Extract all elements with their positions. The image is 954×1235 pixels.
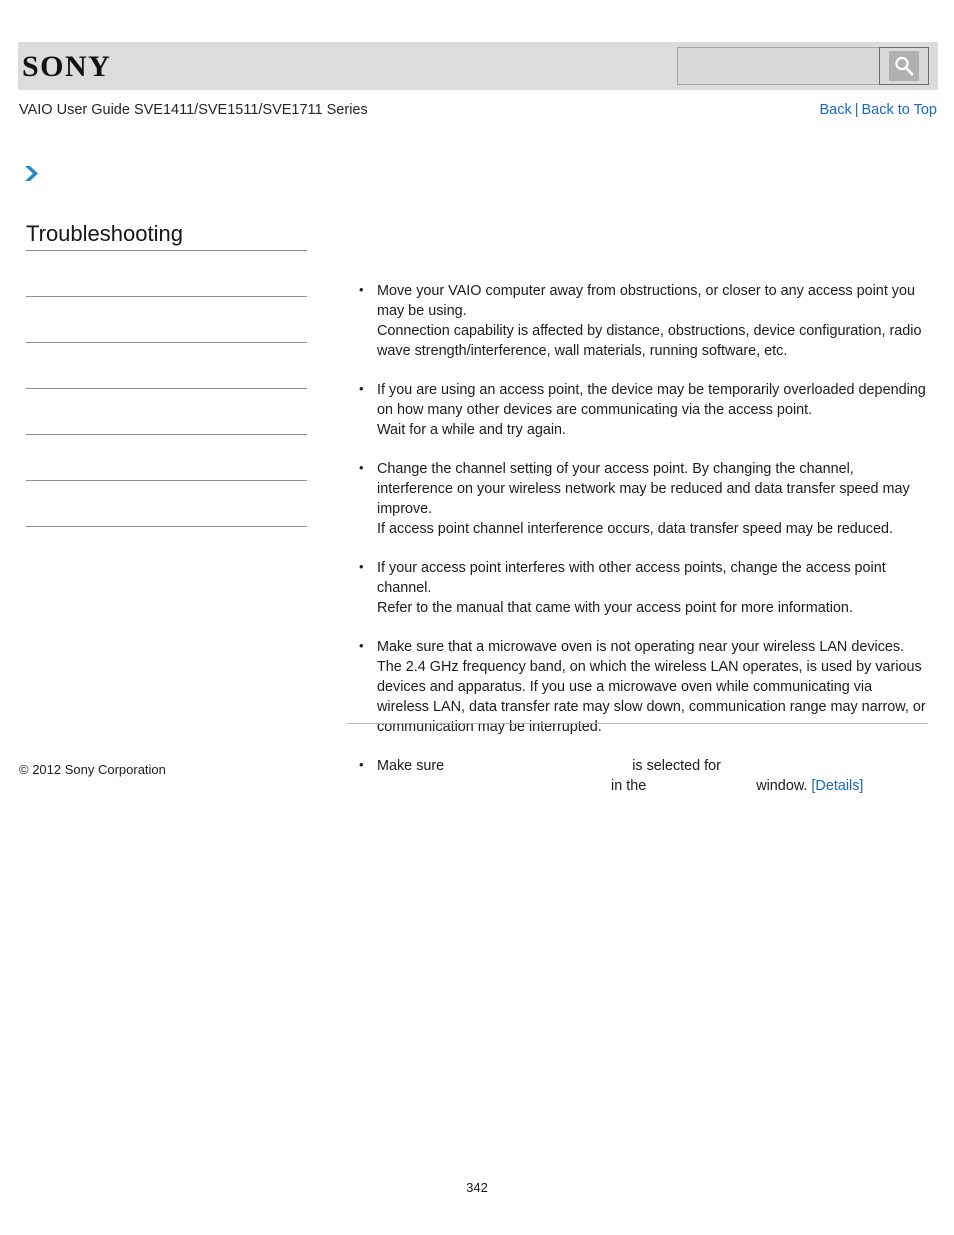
list-item: If you are using an access point, the de… [357,379,928,440]
list-item: Change the channel setting of your acces… [357,458,928,539]
back-to-top-link[interactable]: Back to Top [861,102,937,118]
bullet-line: The 2.4 GHz frequency band, on which the… [377,659,926,735]
list-item-settings: Make sure is selected for in the window. [D… [357,755,928,796]
bullet-line: Move your VAIO computer away from obstru… [377,283,916,319]
header-nav: Back | Back to Top [819,101,937,119]
bullet-text-part3: in the [611,778,647,794]
bullet-text-part1: Make sure [377,758,445,774]
bullet-text-part2: is selected for [632,758,721,774]
bullet-line: Refer to the manual that came with your … [377,600,853,616]
sidebar-item-2[interactable] [26,343,307,388]
bullet-line: Make sure that a microwave oven is not o… [377,639,905,655]
sidebar-divider [26,526,307,527]
content-divider [347,723,928,724]
search-button[interactable] [879,47,929,85]
bullet-line: If access point channel interference occ… [377,521,893,537]
search-input[interactable] [677,47,879,85]
sony-logo: SONY [22,50,112,83]
page-number: 342 [466,1180,488,1195]
bullet-line: If you are using an access point, the de… [377,382,926,418]
search-icon [889,51,919,81]
copyright-text: © 2012 Sony Corporation [19,762,166,777]
double-chevron-right-icon [22,163,46,185]
search-area [677,47,929,85]
sidebar: Troubleshooting [26,220,307,527]
main-content: Move your VAIO computer away from obstru… [357,280,928,796]
bullet-line: Connection capability is affected by dis… [377,323,922,359]
bullet-line: Change the channel setting of your acces… [377,461,910,517]
back-link[interactable]: Back [819,102,851,118]
bullet-line: If your access point interferes with oth… [377,560,886,596]
sidebar-item-1[interactable] [26,297,307,342]
troubleshooting-list: Move your VAIO computer away from obstru… [357,280,928,796]
sidebar-item-0[interactable] [26,251,307,296]
details-link[interactable]: [Details] [811,778,863,794]
sidebar-item-5[interactable] [26,481,307,526]
sidebar-item-4[interactable] [26,435,307,480]
list-item: If your access point interferes with oth… [357,557,928,618]
bullet-text-part4: window. [756,778,808,794]
document-page: SONY VAIO User Guide SVE1411/SVE1511/SVE… [0,0,954,1235]
list-item: Move your VAIO computer away from obstru… [357,280,928,361]
list-item: Make sure that a microwave oven is not o… [357,636,928,737]
page-title: Troubleshooting [26,221,183,246]
sidebar-item-3[interactable] [26,389,307,434]
guide-title: VAIO User Guide SVE1411/SVE1511/SVE1711 … [19,102,368,118]
bullet-line: Wait for a while and try again. [377,422,567,438]
